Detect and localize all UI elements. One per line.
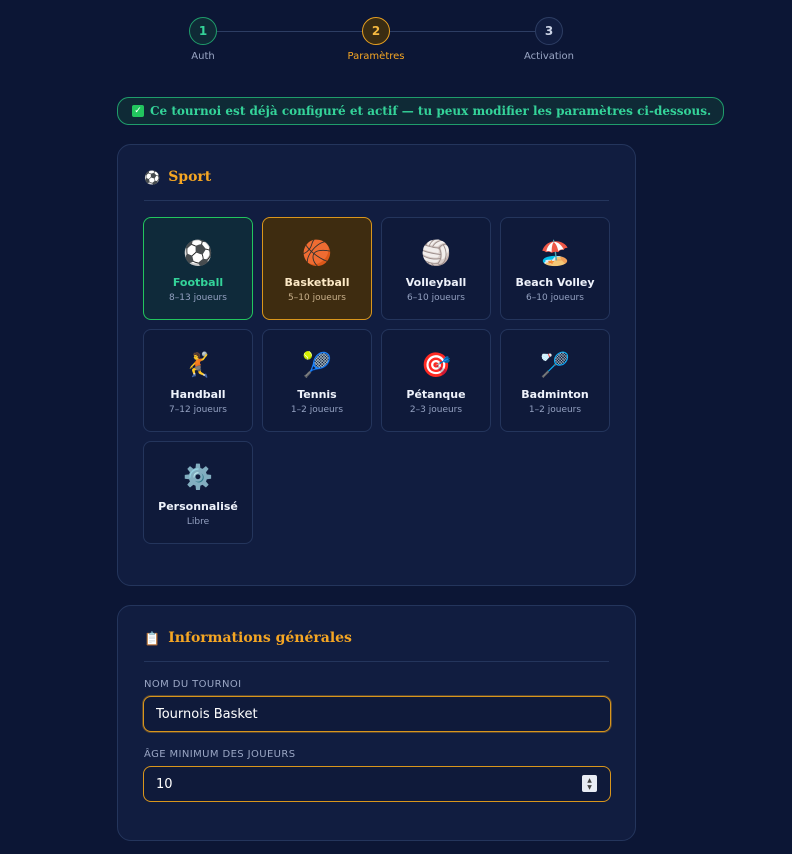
info-section-header: 📋 Informations générales: [144, 630, 609, 662]
sport-name: Pétanque: [406, 388, 466, 401]
soccer-ball-icon: ⚽: [183, 239, 213, 267]
step-parametres[interactable]: 2 Paramètres: [316, 17, 436, 62]
sport-option-handball[interactable]: 🤾 Handball 7–12 joueurs: [143, 329, 253, 432]
check-icon: ✓: [132, 105, 144, 117]
sport-name: Tennis: [297, 388, 337, 401]
sport-option-petanque[interactable]: 🎯 Pétanque 2–3 joueurs: [381, 329, 491, 432]
number-spinner[interactable]: ▲ ▼: [582, 775, 597, 792]
sport-name: Volleyball: [405, 276, 467, 289]
tournament-name-input[interactable]: [143, 696, 611, 732]
sport-players: 7–12 joueurs: [169, 405, 227, 415]
general-info-card: 📋 Informations générales NOM DU TOURNOI …: [117, 605, 636, 841]
spinner-up-icon[interactable]: ▲: [587, 777, 592, 784]
step-number: 3: [535, 17, 563, 45]
handball-icon: 🤾: [183, 351, 213, 379]
sport-option-volleyball[interactable]: 🏐 Volleyball 6–10 joueurs: [381, 217, 491, 320]
sport-card: ⚽ Sport ⚽ Football 8–13 joueurs 🏀 Basket…: [117, 144, 636, 586]
sport-players: Libre: [186, 517, 210, 527]
step-label: Activation: [523, 51, 575, 62]
sport-option-badminton[interactable]: 🏸 Badminton 1–2 joueurs: [500, 329, 610, 432]
basketball-icon: 🏀: [302, 239, 332, 267]
stepper: 1 Auth 2 Paramètres 3 Activation: [0, 17, 792, 67]
sport-players: 5–10 joueurs: [288, 293, 346, 303]
gear-icon: ⚙️: [183, 463, 213, 491]
sport-option-basketball[interactable]: 🏀 Basketball 5–10 joueurs: [262, 217, 372, 320]
sport-option-personnalise[interactable]: ⚙️ Personnalisé Libre: [143, 441, 253, 544]
sport-name: Basketball: [284, 276, 350, 289]
badminton-icon: 🏸: [540, 351, 570, 379]
tennis-racket-icon: 🎾: [302, 351, 332, 379]
sport-grid: ⚽ Football 8–13 joueurs 🏀 Basketball 5–1…: [143, 217, 610, 544]
sport-option-beach-volley[interactable]: 🏖️ Beach Volley 6–10 joueurs: [500, 217, 610, 320]
sport-players: 8–13 joueurs: [169, 293, 227, 303]
sport-name: Football: [172, 276, 224, 289]
spinner-down-icon[interactable]: ▼: [587, 784, 592, 791]
sport-players: 1–2 joueurs: [528, 405, 582, 415]
sport-option-tennis[interactable]: 🎾 Tennis 1–2 joueurs: [262, 329, 372, 432]
min-age-label: ÂGE MINIMUM DES JOUEURS: [144, 749, 296, 760]
sport-name: Handball: [170, 388, 226, 401]
sport-players: 6–10 joueurs: [526, 293, 584, 303]
soccer-ball-icon: ⚽: [144, 171, 161, 186]
status-banner-text: Ce tournoi est déjà configuré et actif —…: [150, 104, 712, 118]
min-age-input[interactable]: [143, 766, 611, 802]
volleyball-icon: 🏐: [421, 239, 451, 267]
status-banner: ✓ Ce tournoi est déjà configuré et actif…: [117, 97, 725, 125]
min-age-field: ▲ ▼: [143, 766, 611, 802]
info-section-title: Informations générales: [168, 630, 352, 646]
sport-section-title: Sport: [168, 169, 212, 185]
step-auth[interactable]: 1 Auth: [143, 17, 263, 62]
step-number: 2: [362, 17, 390, 45]
sport-players: 1–2 joueurs: [290, 405, 344, 415]
sport-name: Badminton: [521, 388, 589, 401]
step-label: Paramètres: [347, 51, 405, 62]
step-activation[interactable]: 3 Activation: [489, 17, 609, 62]
step-label: Auth: [191, 51, 215, 62]
sport-players: 2–3 joueurs: [409, 405, 463, 415]
sport-name: Beach Volley: [515, 276, 595, 289]
beach-umbrella-icon: 🏖️: [540, 239, 570, 267]
sport-name: Personnalisé: [158, 500, 238, 513]
target-icon: 🎯: [421, 351, 451, 379]
sport-players: 6–10 joueurs: [407, 293, 465, 303]
sport-option-football[interactable]: ⚽ Football 8–13 joueurs: [143, 217, 253, 320]
clipboard-icon: 📋: [144, 632, 161, 647]
sport-section-header: ⚽ Sport: [144, 169, 609, 201]
tournament-name-label: NOM DU TOURNOI: [144, 679, 242, 690]
step-number: 1: [189, 17, 217, 45]
